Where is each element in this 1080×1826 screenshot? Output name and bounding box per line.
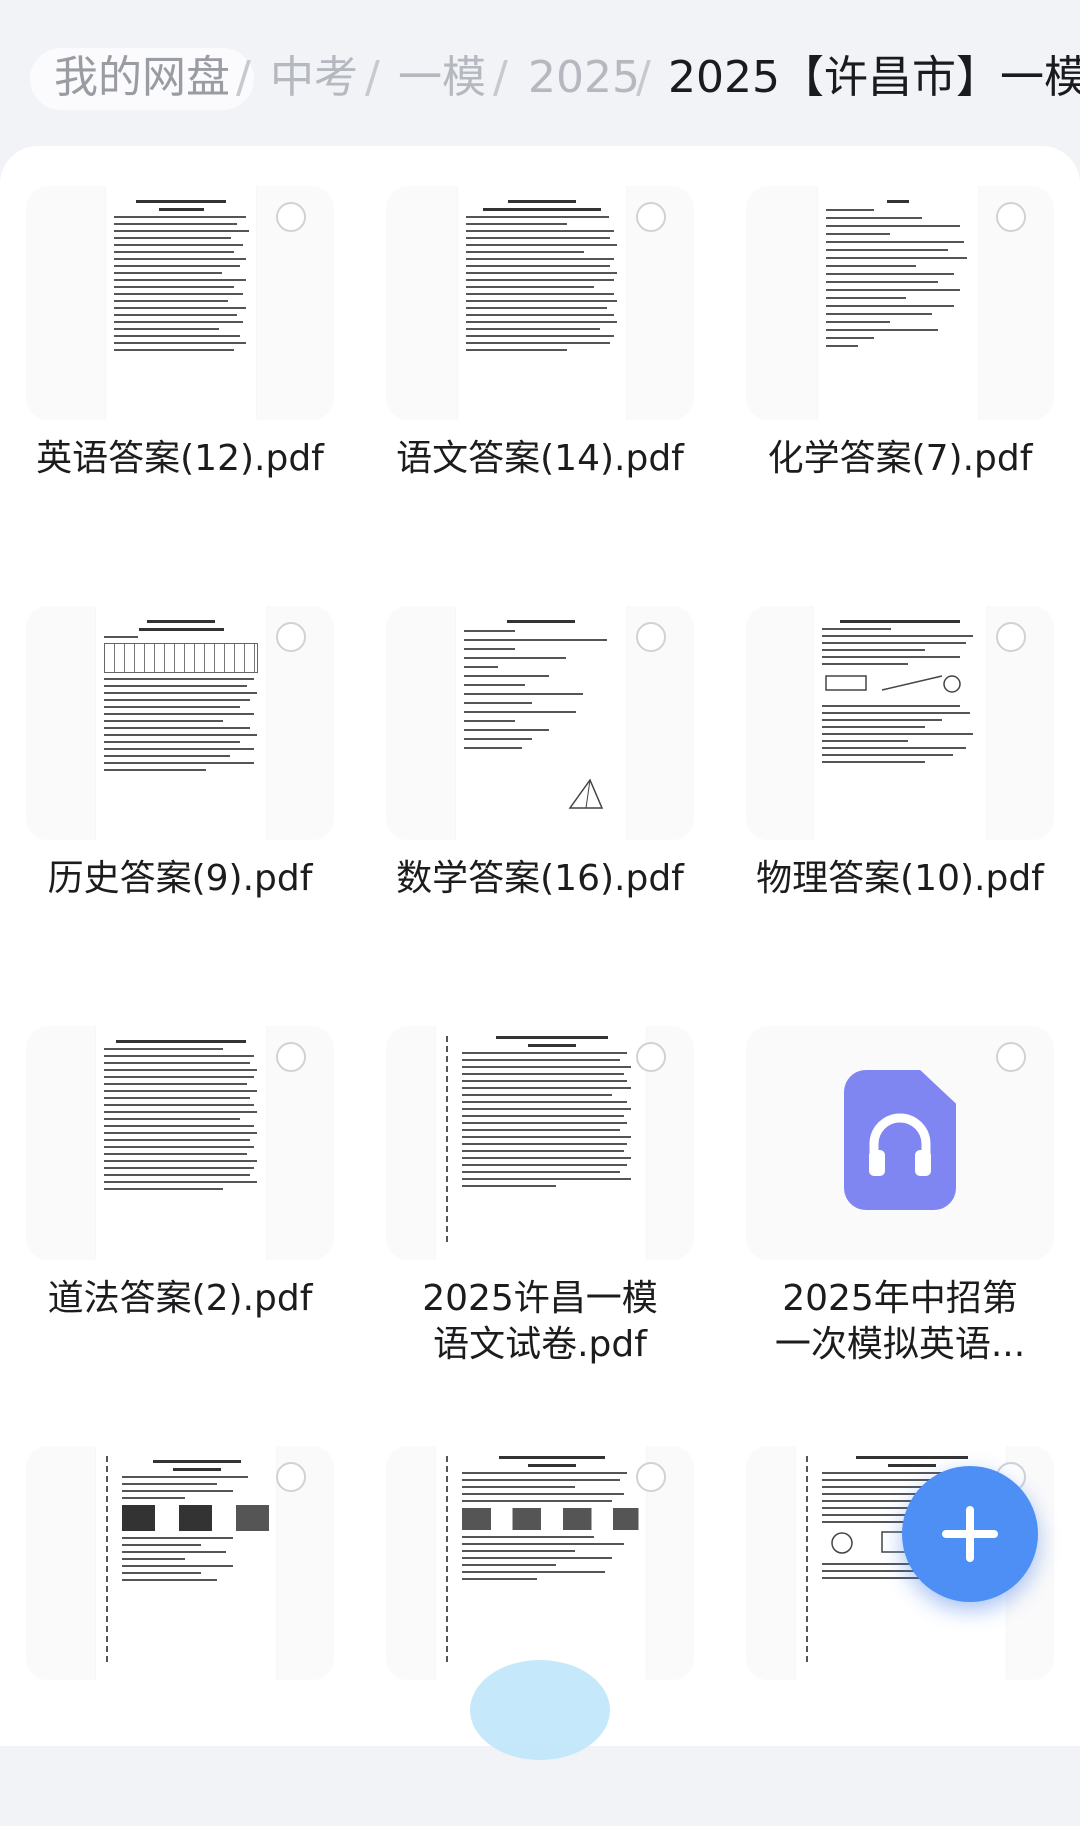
file-name-line: 2025年中招第 bbox=[782, 1278, 1018, 1319]
file-name-line: 一次模拟英语... bbox=[774, 1324, 1026, 1365]
file-name-line: 语文试卷.pdf bbox=[433, 1324, 647, 1365]
select-checkbox[interactable] bbox=[636, 622, 666, 652]
document-preview bbox=[436, 1446, 646, 1680]
select-checkbox[interactable] bbox=[996, 622, 1026, 652]
file-name: 2025许昌一模 语文试卷.pdf bbox=[370, 1276, 710, 1368]
breadcrumb-2025[interactable]: 2025 bbox=[528, 48, 640, 108]
file-name: 物理答案(10).pdf bbox=[756, 858, 1044, 899]
document-preview bbox=[96, 606, 266, 840]
file-name: 数学答案(16).pdf bbox=[396, 858, 684, 899]
select-checkbox[interactable] bbox=[276, 1042, 306, 1072]
document-preview bbox=[106, 186, 256, 420]
document-preview bbox=[458, 186, 626, 420]
file-name: 历史答案(9).pdf bbox=[47, 858, 313, 899]
file-name: 化学答案(7).pdf bbox=[767, 438, 1033, 479]
select-checkbox[interactable] bbox=[636, 1042, 666, 1072]
file-name-line: 2025许昌一模 bbox=[422, 1278, 658, 1319]
breadcrumb-home[interactable]: 我的网盘 bbox=[30, 48, 254, 110]
select-checkbox[interactable] bbox=[636, 1462, 666, 1492]
file-card[interactable]: 化学答案(7).pdf bbox=[730, 166, 1070, 566]
answer-table bbox=[104, 643, 258, 673]
breadcrumb-separator: / bbox=[493, 52, 508, 103]
breadcrumb-separator: / bbox=[365, 52, 380, 103]
document-preview bbox=[96, 1026, 266, 1260]
select-checkbox[interactable] bbox=[276, 202, 306, 232]
select-checkbox[interactable] bbox=[276, 622, 306, 652]
select-checkbox[interactable] bbox=[636, 202, 666, 232]
file-name: 英语答案(12).pdf bbox=[36, 438, 324, 479]
file-name: 2025年中招第 一次模拟英语... bbox=[730, 1276, 1070, 1368]
file-card[interactable]: 历史答案(9).pdf bbox=[10, 586, 350, 986]
file-card[interactable]: 2025年中招第 一次模拟英语... bbox=[730, 1006, 1070, 1406]
picture-row bbox=[462, 1508, 642, 1530]
floating-bubble[interactable] bbox=[470, 1660, 610, 1760]
file-card[interactable] bbox=[10, 1426, 350, 1826]
breadcrumb-separator: / bbox=[236, 52, 251, 103]
file-card[interactable] bbox=[370, 1426, 710, 1826]
breadcrumb-yimo[interactable]: 一模 bbox=[398, 48, 486, 108]
picture-row bbox=[122, 1505, 272, 1531]
file-card[interactable]: 物理答案(10).pdf bbox=[730, 586, 1070, 986]
binding-margin bbox=[446, 1036, 448, 1246]
file-name: 道法答案(2).pdf bbox=[47, 1278, 313, 1319]
breadcrumb-current: 2025【许昌市】一模 bbox=[668, 52, 1080, 103]
file-card[interactable]: 数学答案(16).pdf bbox=[370, 586, 710, 986]
document-preview bbox=[96, 1446, 276, 1680]
breadcrumb-separator: / bbox=[636, 52, 651, 103]
breadcrumb: 我的网盘 / 中考 / 一模 / 2025 / 2025【许昌市】一模 bbox=[0, 0, 1080, 150]
select-checkbox[interactable] bbox=[996, 1042, 1026, 1072]
file-card[interactable]: 2025许昌一模 语文试卷.pdf bbox=[370, 1006, 710, 1406]
audio-file-icon bbox=[844, 1070, 956, 1210]
document-preview bbox=[436, 1026, 646, 1260]
select-checkbox[interactable] bbox=[276, 1462, 306, 1492]
select-checkbox[interactable] bbox=[996, 202, 1026, 232]
file-card[interactable]: 语文答案(14).pdf bbox=[370, 166, 710, 566]
headphones-icon bbox=[869, 1113, 931, 1176]
geometry-figure bbox=[568, 778, 604, 809]
document-preview bbox=[818, 186, 978, 420]
document-preview bbox=[814, 606, 986, 840]
file-card[interactable]: 英语答案(12).pdf bbox=[10, 166, 350, 566]
file-card[interactable]: 道法答案(2).pdf bbox=[10, 1006, 350, 1406]
breadcrumb-zhongkao[interactable]: 中考 bbox=[270, 48, 358, 108]
add-button[interactable] bbox=[902, 1466, 1038, 1602]
file-name: 语文答案(14).pdf bbox=[396, 438, 684, 479]
physics-diagram bbox=[825, 675, 961, 693]
document-preview bbox=[456, 606, 626, 840]
